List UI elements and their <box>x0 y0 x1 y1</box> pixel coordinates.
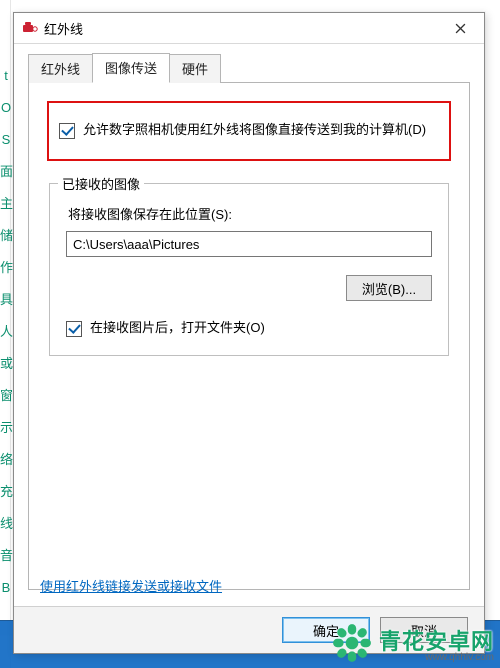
watermark-logo-icon <box>331 622 373 664</box>
open-folder-checkbox-row[interactable]: 在接收图片后，打开文件夹(O) <box>66 319 432 337</box>
allow-camera-highlight: 允许数字照相机使用红外线将图像直接传送到我的计算机(D) <box>47 101 451 161</box>
save-location-input[interactable] <box>66 231 432 257</box>
infrared-dialog: 红外线 红外线 图像传送 硬件 允许数字照相机使用红外线将图像直接传送到我的计算… <box>13 12 485 654</box>
allow-camera-label: 允许数字照相机使用红外线将图像直接传送到我的计算机(D) <box>83 121 426 139</box>
received-images-group: 已接收的图像 将接收图像保存在此位置(S): 浏览(B)... 在接收图片后，打… <box>49 183 449 356</box>
titlebar: 红外线 <box>14 13 484 44</box>
browse-button[interactable]: 浏览(B)... <box>346 275 432 301</box>
open-folder-label: 在接收图片后，打开文件夹(O) <box>90 319 265 337</box>
allow-camera-checkbox[interactable] <box>59 123 75 139</box>
open-folder-checkbox[interactable] <box>66 321 82 337</box>
watermark-brand: 青花安卓网 <box>379 629 494 654</box>
received-images-legend: 已接收的图像 <box>58 174 144 193</box>
tab-hardware[interactable]: 硬件 <box>169 54 221 83</box>
window-title: 红外线 <box>44 19 440 38</box>
send-receive-link[interactable]: 使用红外线链接发送或接收文件 <box>40 579 222 594</box>
save-location-label: 将接收图像保存在此位置(S): <box>68 204 432 223</box>
close-button[interactable] <box>440 14 480 42</box>
tab-panel: 允许数字照相机使用红外线将图像直接传送到我的计算机(D) 已接收的图像 将接收图… <box>28 83 470 590</box>
tabstrip: 红外线 图像传送 硬件 <box>28 54 470 83</box>
watermark: 青花安卓网 www.qhhlv.com <box>331 622 494 664</box>
footer-link-row: 使用红外线链接发送或接收文件 <box>40 576 222 595</box>
tab-image-transfer[interactable]: 图像传送 <box>92 53 170 83</box>
tab-infrared[interactable]: 红外线 <box>28 54 93 83</box>
allow-camera-checkbox-row[interactable]: 允许数字照相机使用红外线将图像直接传送到我的计算机(D) <box>59 121 439 139</box>
background-page-letters: tOS面主储作具人或窗示络充线音B <box>0 60 12 604</box>
infrared-icon <box>22 20 38 36</box>
